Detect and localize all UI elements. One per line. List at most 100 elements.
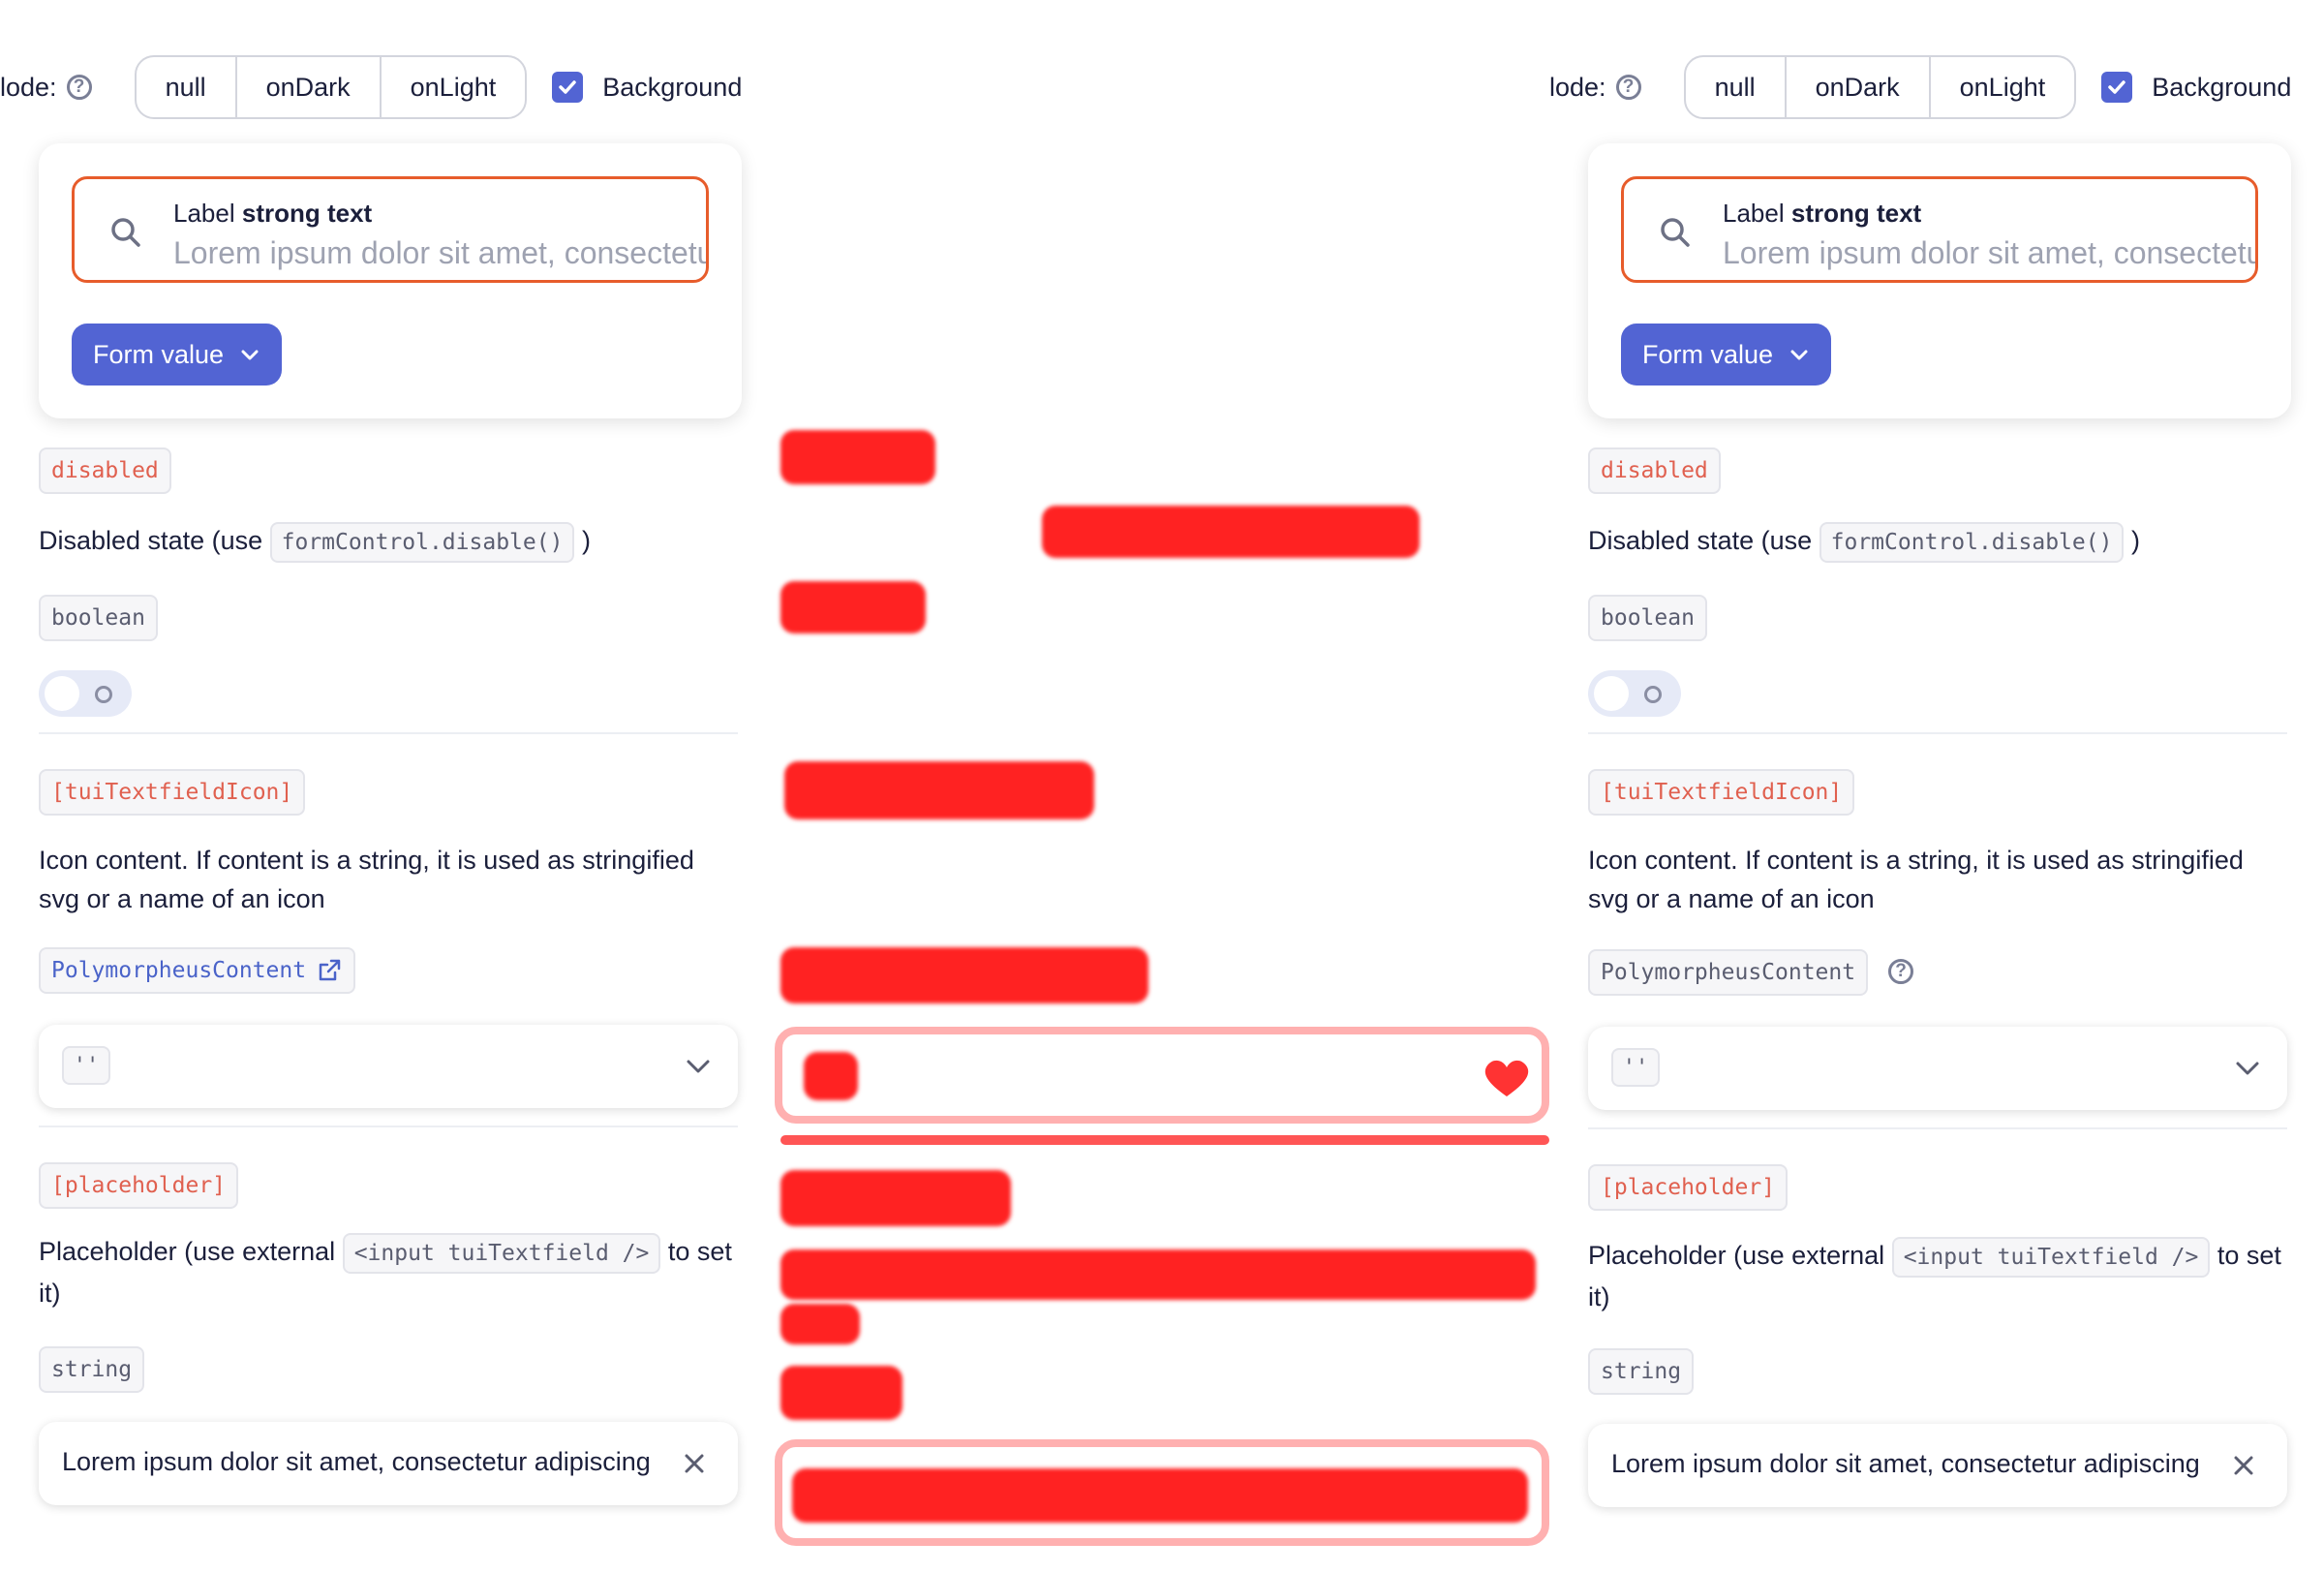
disabled-desc-code: formControl.disable() <box>1819 522 2125 563</box>
prop-type-boolean: boolean <box>1588 595 1707 641</box>
redacted-divider <box>780 1135 1549 1145</box>
prop-desc-placeholder: Placeholder (use external <input tuiText… <box>39 1232 736 1312</box>
placeholder-input[interactable]: Lorem ipsum dolor sit amet, consectetur … <box>1588 1424 2287 1507</box>
divider <box>1588 732 2287 734</box>
disabled-desc-text: Disabled state (use <box>39 526 263 555</box>
redacted-block <box>780 1170 1011 1226</box>
mode-option-null[interactable]: null <box>1686 57 1787 117</box>
form-value-label: Form value <box>93 339 225 369</box>
textfield[interactable]: Label strong text Lorem ipsum dolor sit … <box>1621 176 2258 283</box>
search-icon <box>111 218 140 247</box>
prop-type-string: string <box>39 1346 145 1393</box>
mode-option-onlight[interactable]: onLight <box>1931 57 2075 117</box>
mode-header: lode: ? null onDark onLight Background <box>1549 55 2291 119</box>
help-icon[interactable]: ? <box>1615 75 1641 100</box>
prop-type-polymorpheus: PolymorpheusContent <box>1588 949 1869 996</box>
background-checkbox[interactable] <box>2101 72 2133 103</box>
mode-option-ondark[interactable]: onDark <box>237 57 382 117</box>
background-checkbox[interactable] <box>552 72 584 103</box>
check-icon <box>559 80 576 94</box>
close-icon[interactable] <box>680 1449 709 1478</box>
textfield-label: Label strong text <box>1723 199 1921 229</box>
mode-option-onlight[interactable]: onLight <box>382 57 526 117</box>
redacted-block <box>804 1052 858 1100</box>
mode-label: lode: <box>1549 72 1606 102</box>
search-icon <box>1661 218 1690 247</box>
mode-segmented-control: null onDark onLight <box>134 55 528 119</box>
placeholder-desc-code: <input tuiTextfield /> <box>342 1233 661 1274</box>
form-value-button[interactable]: Form value <box>1621 324 1832 386</box>
prop-tag-icon: [tuiTextfieldIcon] <box>39 769 306 816</box>
redacted-block <box>780 1249 1536 1300</box>
disabled-desc-code: formControl.disable() <box>269 522 575 563</box>
icon-select-value: '' <box>1611 1048 1660 1087</box>
icon-select[interactable]: '' <box>1588 1027 2287 1110</box>
redacted-block <box>780 430 935 484</box>
redacted-panel <box>775 0 1549 1573</box>
prop-desc-icon: Icon content. If content is a string, it… <box>1588 846 2244 913</box>
prop-tag-placeholder: [placeholder] <box>1588 1164 1789 1211</box>
textfield-value[interactable]: Lorem ipsum dolor sit amet, consectetur <box>1723 235 2255 271</box>
prop-tag-disabled: disabled <box>1588 447 1721 494</box>
prop-type-polymorpheus-link[interactable]: PolymorpheusContent <box>39 947 356 994</box>
textfield-label: Label strong text <box>173 199 372 229</box>
prop-type-string: string <box>1588 1348 1695 1395</box>
placeholder-desc-text: Placeholder (use external <box>39 1237 336 1266</box>
divider <box>39 1126 738 1127</box>
prop-tag-placeholder: [placeholder] <box>39 1162 239 1209</box>
icon-select-value: '' <box>62 1046 110 1085</box>
demo-panel-left: lode: ? null onDark onLight Background L… <box>0 0 775 1573</box>
mode-segmented-control: null onDark onLight <box>1683 55 2077 119</box>
chevron-down-icon <box>1790 350 1808 360</box>
placeholder-input[interactable]: Lorem ipsum dolor sit amet, consectetur … <box>39 1422 738 1505</box>
divider <box>1588 1127 2287 1129</box>
chevron-down-icon <box>241 350 259 360</box>
form-value-button[interactable]: Form value <box>72 324 283 386</box>
redacted-block <box>780 1304 860 1344</box>
help-icon[interactable]: ? <box>1888 959 1913 984</box>
placeholder-desc-text: Placeholder (use external <box>1588 1241 1885 1270</box>
placeholder-desc-code: <input tuiTextfield /> <box>1891 1237 2211 1278</box>
icon-select[interactable]: '' <box>39 1025 738 1108</box>
demo-card: Label strong text Lorem ipsum dolor sit … <box>1588 143 2291 418</box>
redacted-block <box>780 947 1148 1003</box>
textfield[interactable]: Label strong text Lorem ipsum dolor sit … <box>72 176 709 283</box>
heart-icon <box>1484 1060 1529 1096</box>
placeholder-input-value[interactable]: Lorem ipsum dolor sit amet, consectetur … <box>62 1447 662 1477</box>
chevron-down-icon <box>2236 1062 2259 1075</box>
toggle-off-icon <box>1644 686 1662 703</box>
disabled-toggle[interactable] <box>39 670 132 717</box>
form-value-label: Form value <box>1642 339 1774 369</box>
prop-desc-disabled: Disabled state (use formControl.disable(… <box>39 521 736 563</box>
help-icon[interactable]: ? <box>66 75 92 100</box>
textfield-value[interactable]: Lorem ipsum dolor sit amet, consectetur <box>173 235 706 271</box>
disabled-desc-end: ) <box>2130 526 2140 555</box>
mode-header: lode: ? null onDark onLight Background <box>0 55 742 119</box>
disabled-desc-end: ) <box>581 526 591 555</box>
chevron-down-icon <box>687 1060 710 1073</box>
toggle-knob <box>45 676 79 711</box>
background-checkbox-row[interactable]: Background <box>552 72 742 103</box>
close-icon[interactable] <box>2229 1451 2258 1480</box>
background-checkbox-label: Background <box>602 72 743 102</box>
redacted-block <box>792 1468 1528 1523</box>
mode-option-null[interactable]: null <box>137 57 237 117</box>
placeholder-input-value[interactable]: Lorem ipsum dolor sit amet, consectetur … <box>1611 1449 2212 1479</box>
demo-card: Label strong text Lorem ipsum dolor sit … <box>39 143 742 418</box>
redacted-block <box>780 1366 902 1420</box>
prop-tag-icon: [tuiTextfieldIcon] <box>1588 769 1855 816</box>
mode-label: lode: <box>0 72 57 102</box>
mode-option-ondark[interactable]: onDark <box>1787 57 1931 117</box>
prop-type-boolean: boolean <box>39 595 158 641</box>
check-icon <box>2108 80 2125 94</box>
background-checkbox-row[interactable]: Background <box>2101 72 2291 103</box>
prop-desc-placeholder: Placeholder (use external <input tuiText… <box>1588 1236 2285 1316</box>
textfield-label-strong: strong text <box>241 199 373 228</box>
prop-tag-disabled: disabled <box>39 447 171 494</box>
disabled-toggle[interactable] <box>1588 670 1681 717</box>
demo-panel-right: lode: ? null onDark onLight Background L… <box>1549 0 2324 1573</box>
background-checkbox-label: Background <box>2152 72 2292 102</box>
textfield-label-text: Label <box>1723 199 1785 228</box>
prop-desc-icon: Icon content. If content is a string, it… <box>39 846 694 913</box>
redacted-block <box>780 581 926 633</box>
